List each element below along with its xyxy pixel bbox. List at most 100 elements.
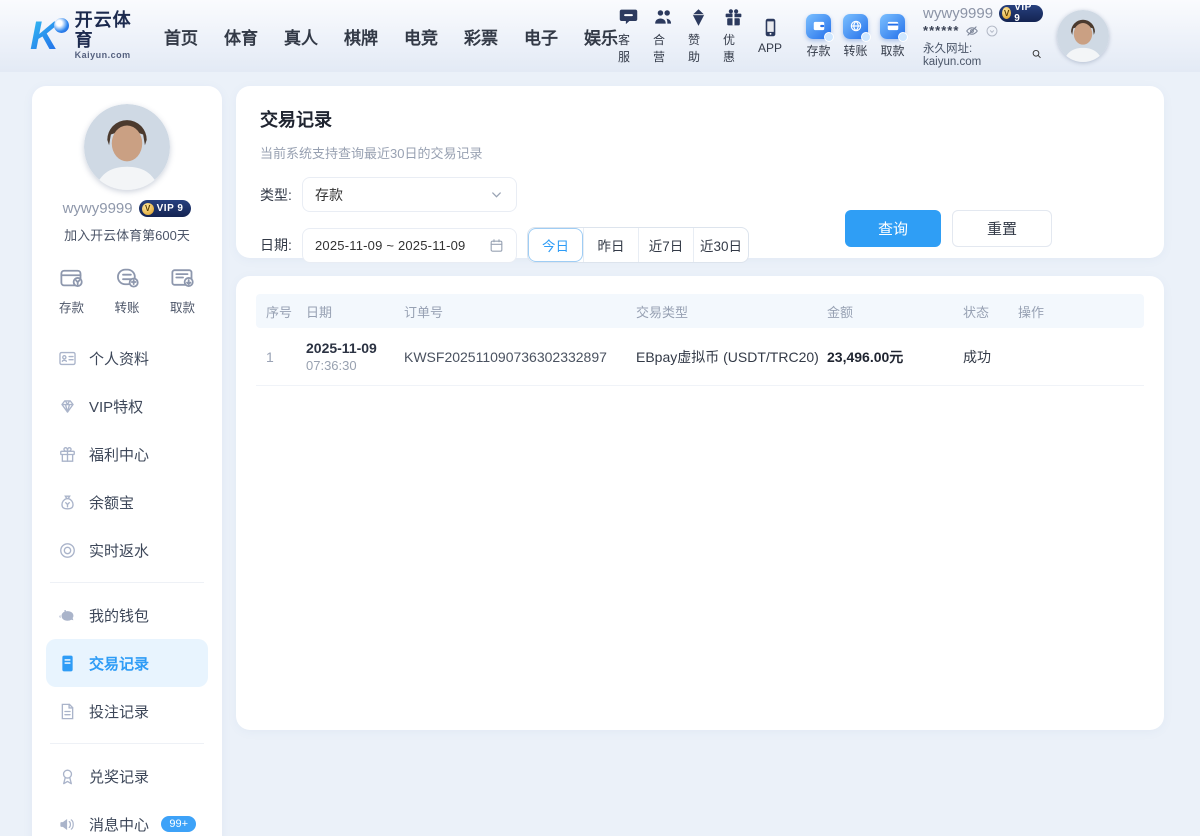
top-right-tools: 客服 合营 赞助 优惠 APP 存款 转账 取款 wywy9999 V VIP … [618,2,1197,68]
top-bar: K 开云体育 Kaiyun.com 首页 体育 真人 棋牌 电竞 彩票 电子 娱… [0,0,1200,72]
range-7days-button[interactable]: 近7日 [638,228,693,262]
magnifier-icon[interactable] [1031,48,1042,60]
sidebar-item-welfare[interactable]: 福利中心 [46,430,208,478]
nav-item-lottery[interactable]: 彩票 [464,24,498,49]
withdraw-button[interactable]: 取款 [880,13,909,59]
nav-item-home[interactable]: 首页 [164,24,198,49]
chat-icon [619,9,638,25]
cell-order-no: KWSF202511090736302332897 [404,348,607,365]
sidebar-item-profile[interactable]: 个人资料 [46,334,208,382]
reset-button[interactable]: 重置 [952,210,1052,247]
type-label: 类型: [260,186,292,203]
sidebar-item-yuebao[interactable]: 余额宝 [46,478,208,526]
transactions-table-panel: 序号 日期 订单号 交易类型 金额 状态 操作 1 2025-11-09 07:… [236,276,1164,730]
cell-type: EBpay虚拟币 (USDT/TRC20) [636,348,819,365]
user-info: wywy9999 V VIP 9 ****** 永久网址: kaiyun.com [923,2,1043,68]
nav-item-live[interactable]: 真人 [284,24,318,49]
ledger-icon [62,655,73,671]
range-yesterday-button[interactable]: 昨日 [583,228,638,262]
vip-crest-icon: V [141,202,154,215]
sidebar: wywy9999 V VIP 9 加入开云体育第600天 存款 转账 取款 个人… [32,86,222,836]
main-nav: 首页 体育 真人 棋牌 电竞 彩票 电子 娱乐 [164,24,618,49]
permanent-url: 永久网址: kaiyun.com [923,42,982,68]
range-today-button[interactable]: 今日 [528,228,583,262]
sidebar-item-prizes[interactable]: 兑奖记录 [46,752,208,800]
user-avatar[interactable] [1056,10,1109,62]
cell-index: 1 [266,348,274,365]
nav-item-esports[interactable]: 电竞 [404,24,438,49]
sidebar-item-bets[interactable]: 投注记录 [46,687,208,735]
transfer-icon [843,13,872,42]
vip-badge: V VIP 9 [999,2,1043,24]
page: K 开云体育 Kaiyun.com 首页 体育 真人 棋牌 电竞 彩票 电子 娱… [0,0,1200,836]
nav-item-entertainment[interactable]: 娱乐 [584,24,618,49]
username: wywy9999 [923,4,994,22]
medal-icon [62,768,73,784]
cell-amount: 23,496.00元 [827,348,904,365]
phone-icon [765,18,775,37]
cell-date: 2025-11-09 07:36:30 [306,340,377,373]
quick-deposit-button[interactable]: 存款 [58,264,85,316]
chevron-down-icon [492,192,501,198]
page-subtitle: 当前系统支持查询最近30日的交易记录 [260,146,483,161]
withdraw-icon [880,13,909,42]
col-date: 日期 [306,304,333,320]
partner-button[interactable]: 合营 [653,7,674,65]
range-30days-button[interactable]: 近30日 [693,228,748,262]
sidebar-item-vip[interactable]: VIP特权 [46,382,208,430]
brand-domain: Kaiyun.com [74,49,131,60]
calendar-icon [490,238,503,252]
sidebar-item-transactions[interactable]: 交易记录 [46,639,208,687]
date-range-value: 2025-11-09 ~ 2025-11-09 [315,237,466,253]
page-title: 交易记录 [260,110,332,130]
card-outline-icon [171,269,194,287]
type-select[interactable]: 存款 [302,177,517,212]
query-button[interactable]: 查询 [845,210,941,247]
transfer-outline-icon [116,268,139,288]
table-header-row: 序号 日期 订单号 交易类型 金额 状态 操作 [256,294,1144,328]
promo-button[interactable]: 优惠 [723,7,744,65]
eye-off-icon[interactable] [965,24,979,38]
profile-vip-badge: V VIP 9 [138,200,192,217]
masked-balance: ****** [923,22,960,38]
date-label: 日期: [260,237,292,253]
piggy-bank-icon [59,609,74,621]
deposit-button[interactable]: 存款 [806,13,835,59]
table-row: 1 2025-11-09 07:36:30 KWSF20251109073630… [256,328,1144,386]
sponsor-button[interactable]: 赞助 [688,7,709,65]
date-range-input[interactable]: 2025-11-09 ~ 2025-11-09 [302,227,517,263]
gift-icon [725,9,742,26]
nav-item-chess[interactable]: 棋牌 [344,24,378,49]
sidebar-item-wallet[interactable]: 我的钱包 [46,591,208,639]
unread-count-badge: 99+ [161,816,196,832]
sidebar-item-messages[interactable]: 消息中心 99+ [46,800,208,836]
people-icon [655,10,672,24]
megaphone-icon [60,818,74,830]
cell-status: 成功 [963,348,991,365]
customer-service-button[interactable]: 客服 [618,7,639,65]
col-type: 交易类型 [636,304,689,320]
brand-logo-icon: K [30,14,69,58]
col-status: 状态 [963,304,990,320]
brand-logo[interactable]: K 开云体育 Kaiyun.com [30,10,138,60]
document-icon [61,703,74,719]
joined-days: 加入开云体育第600天 [64,228,190,243]
brand-name: 开云体育 [74,10,132,51]
col-amount: 金额 [827,304,854,320]
quick-transfer-button[interactable]: 转账 [114,264,141,316]
app-download-button[interactable]: APP [758,17,782,55]
diamond-icon [61,399,74,413]
wallet-outline-icon [60,269,83,287]
quick-withdraw-button[interactable]: 取款 [169,264,196,316]
deposit-icon [806,13,835,42]
type-filter-row: 类型: 存款 [260,177,1140,212]
nav-item-slots[interactable]: 电子 [524,24,558,49]
transfer-button[interactable]: 转账 [843,13,872,59]
nav-item-sports[interactable]: 体育 [224,24,258,49]
id-card-icon [59,351,76,365]
menu-divider [50,743,204,744]
sidebar-item-rebate[interactable]: 实时返水 [46,526,208,574]
profile-avatar[interactable] [84,104,170,190]
vip-crest-icon: V [1002,7,1012,19]
refresh-circle-icon[interactable] [985,24,999,38]
